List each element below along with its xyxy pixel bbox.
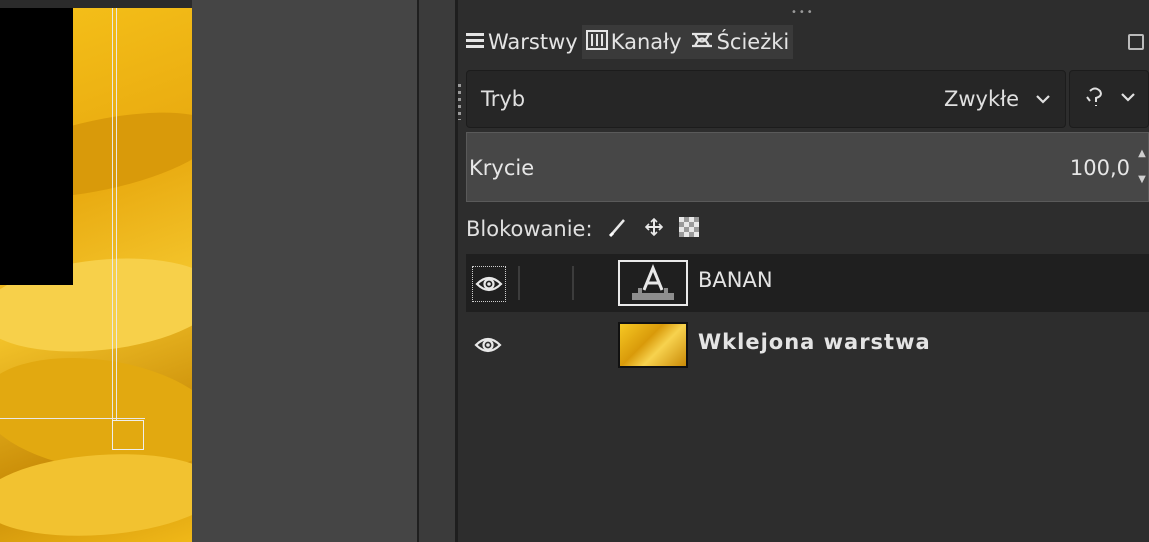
dock-tabs: Warstwy Kanały Ścieżki bbox=[461, 24, 794, 60]
mode-label: Tryb bbox=[481, 87, 526, 111]
paths-icon bbox=[690, 30, 717, 54]
opacity-label: Krycie bbox=[469, 156, 535, 180]
channels-icon bbox=[585, 29, 611, 55]
lock-alpha-icon[interactable] bbox=[678, 217, 699, 241]
layers-dock: ••• Warstwy Kanały Ścieżki Tryb Zwykłe K… bbox=[458, 0, 1149, 542]
opacity-spinscale[interactable]: Krycie 100,0 ▲ ▼ bbox=[466, 132, 1149, 202]
canvas-padding-area bbox=[192, 0, 418, 542]
composite-mode-button[interactable] bbox=[1069, 70, 1149, 128]
mode-value: Zwykłe bbox=[943, 87, 1019, 111]
lock-position-icon[interactable] bbox=[643, 216, 665, 242]
composite-mode-icon bbox=[1084, 85, 1106, 114]
text-box-outline bbox=[112, 0, 113, 450]
layers-icon bbox=[465, 30, 488, 54]
chain-column[interactable] bbox=[518, 266, 520, 300]
tab-label: Ścieżki bbox=[716, 30, 790, 54]
chain-column bbox=[572, 266, 574, 300]
visibility-eye-icon[interactable] bbox=[472, 266, 506, 302]
tab-channels[interactable]: Kanały bbox=[581, 25, 686, 59]
tab-label: Warstwy bbox=[488, 30, 578, 54]
text-box-outline bbox=[116, 0, 117, 420]
blend-mode-select[interactable]: Tryb Zwykłe bbox=[466, 70, 1066, 128]
canvas-top-edge bbox=[0, 0, 192, 8]
opacity-spin-arrows[interactable]: ▲ ▼ bbox=[1136, 141, 1148, 193]
opacity-value: 100,0 bbox=[1069, 156, 1130, 180]
panel-menu-icon[interactable] bbox=[1128, 34, 1144, 50]
canvas-image-band bbox=[0, 446, 192, 542]
dock-drag-grip[interactable]: ••• bbox=[791, 8, 821, 18]
tab-layers[interactable]: Warstwy bbox=[461, 25, 582, 59]
text-layer-thumbnail bbox=[618, 260, 688, 306]
text-box-resize-handle[interactable] bbox=[112, 420, 144, 450]
tab-paths[interactable]: Ścieżki bbox=[685, 25, 794, 59]
tab-label: Kanały bbox=[610, 30, 682, 54]
handle-grip-icon[interactable] bbox=[458, 84, 461, 120]
chevron-down-icon bbox=[1120, 87, 1136, 108]
chevron-down-icon bbox=[1035, 89, 1051, 110]
layer-name[interactable]: BANAN bbox=[698, 268, 773, 292]
layers-list: BANAN Wklejona warstwa bbox=[466, 254, 1149, 542]
visibility-eye-icon[interactable] bbox=[472, 328, 504, 362]
lock-pixels-icon[interactable] bbox=[607, 216, 629, 242]
lock-row: Blokowanie: bbox=[466, 212, 699, 246]
lock-label: Blokowanie: bbox=[466, 217, 593, 241]
layer-name[interactable]: Wklejona warstwa bbox=[698, 330, 931, 354]
layer-row[interactable]: BANAN bbox=[466, 254, 1149, 312]
text-box-outline bbox=[0, 418, 145, 419]
canvas-black-region bbox=[0, 0, 73, 285]
image-canvas[interactable] bbox=[0, 0, 192, 542]
dock-sash[interactable] bbox=[419, 0, 455, 542]
layer-row[interactable]: Wklejona warstwa bbox=[466, 316, 1149, 374]
image-layer-thumbnail bbox=[618, 322, 688, 368]
